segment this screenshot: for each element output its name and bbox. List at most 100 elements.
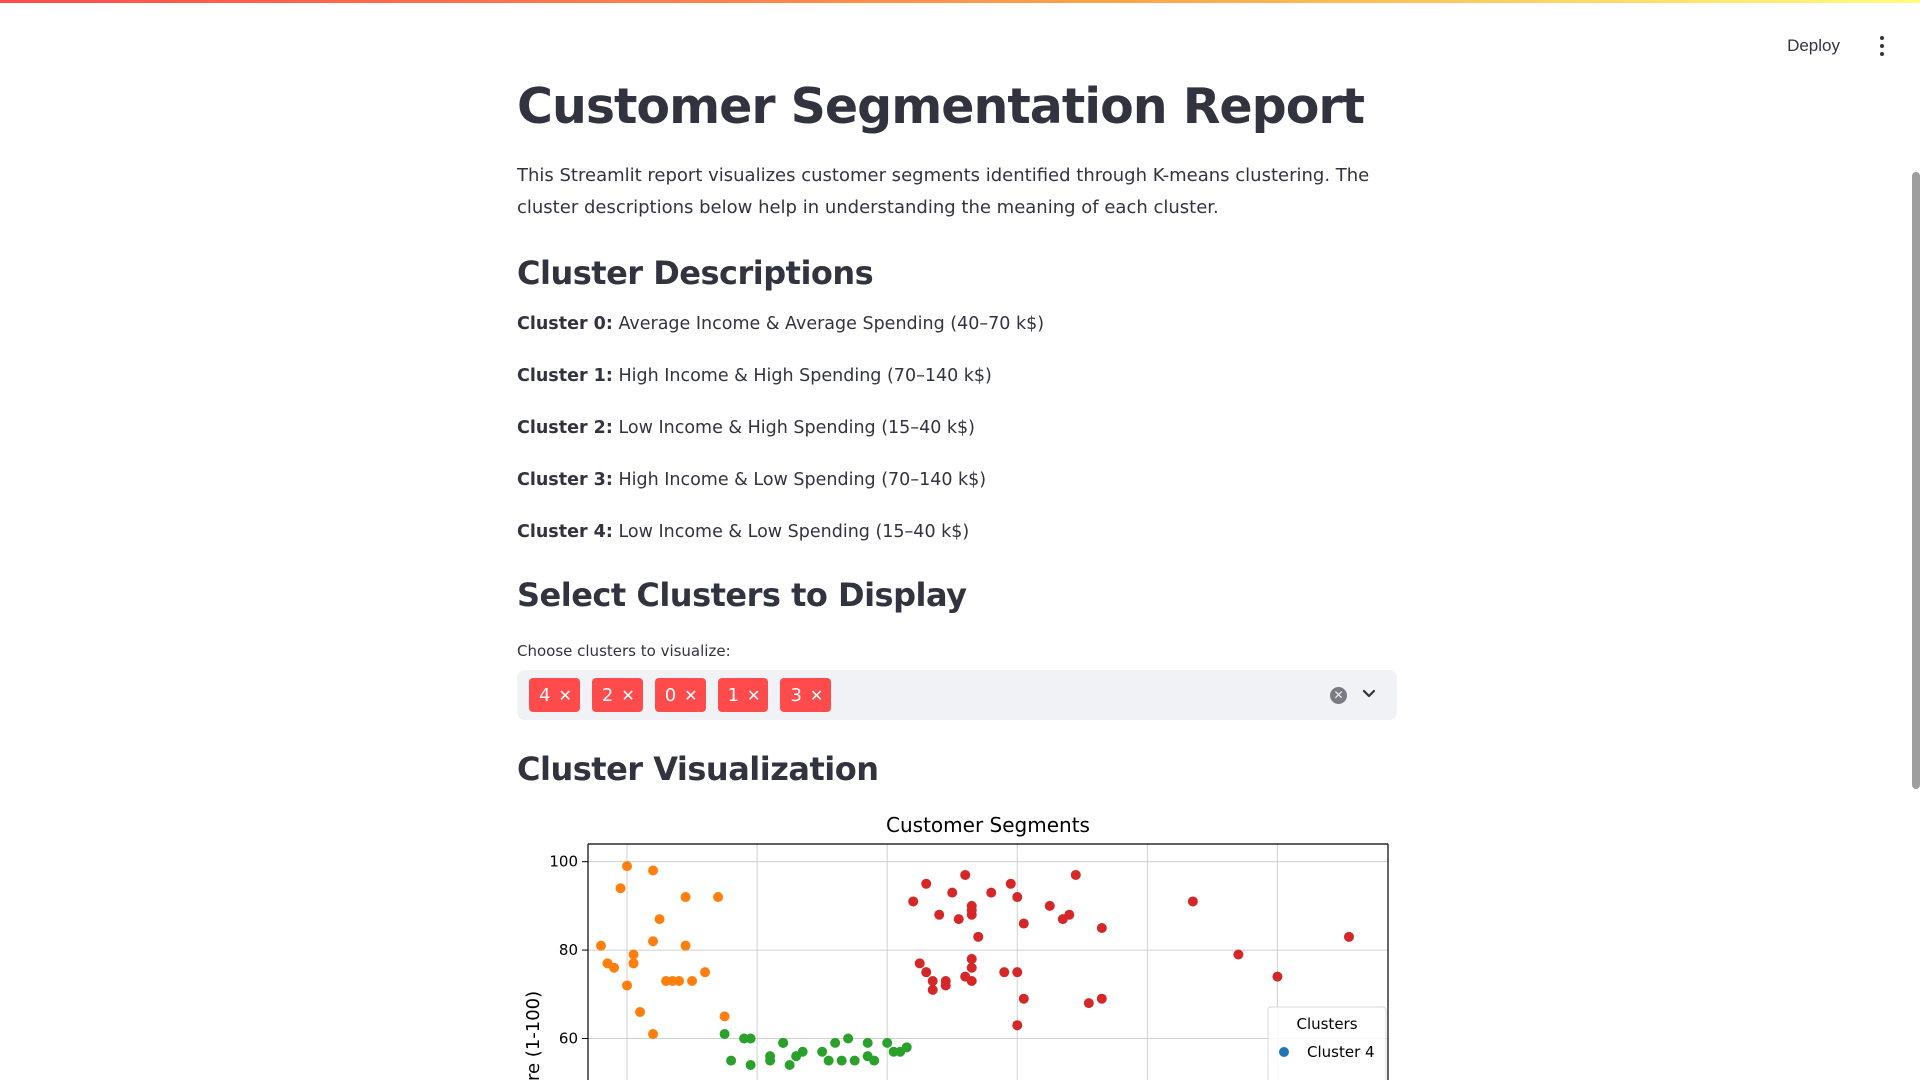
data-point	[914, 958, 925, 969]
scrollbar-thumb[interactable]	[1912, 172, 1920, 789]
deploy-button[interactable]: Deploy	[1783, 30, 1844, 62]
data-point	[966, 976, 977, 987]
cluster-text: High Income & Low Spending (70–140 k$)	[618, 470, 987, 490]
tag-label: 1	[727, 684, 740, 706]
remove-tag-icon[interactable]: ✕	[621, 686, 634, 705]
data-point	[674, 976, 685, 987]
selected-tag-0[interactable]: 0 ✕	[654, 678, 706, 712]
scatter-chart: Customer Segments 100 80 60 re (1-100) Cluste…	[523, 813, 1389, 1080]
data-point	[784, 1060, 795, 1070]
data-point	[1272, 971, 1283, 982]
data-point	[1233, 949, 1244, 960]
y-tick-label: 60	[559, 1029, 578, 1047]
more-vertical-icon[interactable]	[1870, 31, 1894, 61]
data-point	[966, 953, 977, 964]
remove-tag-icon[interactable]: ✕	[684, 686, 697, 705]
cluster-descriptions-heading: Cluster Descriptions	[517, 254, 874, 292]
cluster-label: Cluster 3:	[517, 470, 613, 490]
data-point	[817, 1046, 828, 1057]
data-point	[628, 949, 639, 960]
cluster-description-3: Cluster 3: High Income & Low Spending (7…	[517, 468, 1397, 492]
data-point	[1018, 993, 1029, 1004]
cluster-description-1: Cluster 1: High Income & High Spending (…	[517, 364, 1397, 388]
data-point	[966, 905, 977, 916]
data-point	[622, 980, 633, 991]
data-point	[680, 940, 691, 951]
tag-label: 3	[790, 684, 802, 706]
selected-tag-3[interactable]: 3 ✕	[780, 678, 832, 712]
remove-tag-icon[interactable]: ✕	[558, 686, 571, 705]
data-point	[1044, 900, 1055, 911]
data-point	[628, 958, 639, 969]
data-point	[986, 887, 997, 898]
chart-title: Customer Segments	[886, 813, 1090, 837]
data-point	[953, 914, 964, 925]
data-point	[940, 976, 951, 987]
tag-label: 4	[539, 684, 551, 706]
intro-paragraph: This Streamlit report visualizes custome…	[517, 165, 1370, 218]
cluster-multiselect[interactable]: 4 ✕ 2 ✕ 0 ✕ 1 ✕ 3 ✕ ✕	[517, 670, 1397, 720]
cluster-description-list: Cluster 0: Average Income & Average Spen…	[517, 312, 1397, 544]
data-point	[745, 1033, 756, 1044]
data-point	[1096, 993, 1107, 1004]
data-point	[680, 892, 691, 903]
data-point	[869, 1055, 880, 1066]
data-point	[797, 1046, 808, 1057]
data-point	[882, 1037, 893, 1048]
data-point	[1012, 892, 1023, 903]
data-point	[823, 1055, 834, 1066]
data-point	[648, 936, 659, 947]
data-point	[862, 1037, 873, 1048]
data-point	[700, 967, 711, 978]
data-point	[966, 962, 977, 973]
data-point	[615, 883, 626, 894]
data-point	[622, 861, 633, 872]
cluster-description-4: Cluster 4: Low Income & Low Spending (15…	[517, 520, 1397, 544]
data-point	[836, 1055, 847, 1066]
data-point	[719, 1029, 730, 1040]
cluster-label: Cluster 1:	[517, 366, 613, 386]
data-point	[947, 887, 958, 898]
data-point	[934, 909, 945, 920]
remove-tag-icon[interactable]: ✕	[810, 686, 823, 705]
data-point	[1096, 922, 1107, 933]
data-point	[713, 892, 724, 903]
data-point	[765, 1051, 776, 1062]
data-point	[927, 976, 938, 987]
data-point	[843, 1033, 854, 1044]
data-point	[745, 1060, 756, 1070]
cluster-text: Average Income & Average Spending (40–70…	[618, 314, 1045, 334]
y-tick-label: 80	[559, 941, 578, 959]
toolbar: Deploy	[1783, 30, 1894, 62]
selected-tag-1[interactable]: 1 ✕	[717, 678, 769, 712]
clear-all-icon[interactable]: ✕	[1330, 687, 1347, 704]
selected-tag-2[interactable]: 2 ✕	[591, 678, 643, 712]
chevron-down-icon[interactable]	[1359, 684, 1379, 704]
data-point	[635, 1006, 646, 1017]
selected-tag-4[interactable]: 4 ✕	[529, 678, 580, 712]
tag-label: 0	[664, 684, 677, 706]
data-point	[1005, 878, 1016, 889]
data-point	[927, 984, 938, 995]
y-tick-label: 100	[549, 853, 578, 871]
data-point	[609, 962, 620, 973]
data-point	[648, 865, 659, 876]
main-content: Customer Segmentation Report This Stream…	[517, 70, 1397, 1080]
remove-tag-icon[interactable]: ✕	[747, 686, 760, 705]
cluster-text: Low Income & High Spending (15–40 k$)	[618, 418, 975, 438]
data-point	[719, 1011, 730, 1022]
cluster-label: Cluster 2:	[517, 418, 613, 438]
data-point	[1083, 998, 1094, 1009]
cluster-visualization-heading: Cluster Visualization	[517, 750, 879, 788]
data-point	[901, 1042, 912, 1053]
legend-title: Clusters	[1296, 1015, 1357, 1033]
cluster-text: High Income & High Spending (70–140 k$)	[618, 366, 992, 386]
data-point	[654, 914, 665, 925]
tag-label: 2	[601, 684, 614, 706]
data-point	[908, 896, 919, 907]
data-point	[921, 967, 932, 978]
data-point	[1343, 931, 1354, 942]
cluster-label: Cluster 4:	[517, 522, 613, 542]
data-point	[849, 1055, 860, 1066]
data-point	[1070, 869, 1081, 880]
